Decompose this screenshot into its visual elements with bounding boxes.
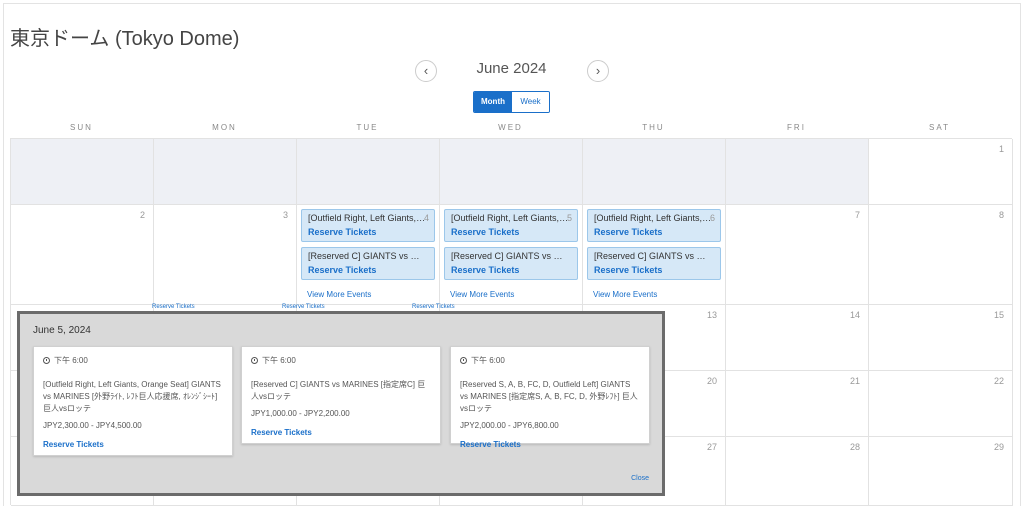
event-chip[interactable]: [Reserved C] GIANTS vs MARI... Reserve T… [444,247,578,280]
weekday-header: TUE [356,123,379,132]
event-title: [Reserved C] GIANTS vs MARI... [451,251,569,261]
event-time: 下午 6:00 [43,355,223,366]
event-count: 6 [709,213,715,223]
event-chip[interactable]: [Outfield Right, Left Giants, Or... 6 Re… [587,209,721,242]
event-title: [Outfield Right, Left Giants, Or... [308,213,426,223]
reserve-tickets-link[interactable]: Reserve Tickets [451,265,572,275]
event-title: [Outfield Right, Left Giants, Or... [451,213,569,223]
event-chip[interactable]: [Outfield Right, Left Giants, Or... 5 Re… [444,209,578,242]
day-cell[interactable]: 29 [869,437,1013,506]
day-number: 22 [993,376,1004,386]
view-toggle: Month Week [473,91,550,113]
day-number: 27 [706,442,717,452]
event-price: JPY2,000.00 - JPY6,800.00 [460,421,559,430]
venue-title: 東京ドーム (Tokyo Dome) [10,28,240,50]
reserve-tickets-link-peek[interactable]: Reserve Tickets [412,304,455,310]
day-number: 8 [998,210,1004,220]
day-number: 2 [139,210,145,220]
day-cell[interactable] [583,139,726,205]
day-events-popup: June 5, 2024 下午 6:00 [Outfield Right, Le… [17,311,665,496]
weekday-header: WED [498,123,523,132]
day-cell[interactable]: 3 [154,205,297,305]
event-count: 4 [423,213,429,223]
day-cell[interactable] [297,139,440,205]
day-cell[interactable]: 14 [726,305,869,371]
reserve-tickets-link[interactable]: Reserve Tickets [308,227,429,237]
day-cell[interactable] [154,139,297,205]
weekday-header: FRI [787,123,806,132]
event-time-label: 下午 6:00 [262,356,296,365]
clock-icon [43,357,50,364]
weekday-header: SUN [70,123,93,132]
day-number: 3 [282,210,288,220]
day-cell[interactable]: 8 [869,205,1013,305]
day-number: 21 [849,376,860,386]
week-view-button[interactable]: Week [512,92,549,112]
event-title: [Reserved C] GIANTS vs MARI... [594,251,712,261]
event-name: [Outfield Right, Left Giants, Orange Sea… [43,380,221,413]
prev-month-button[interactable]: ‹ [415,60,437,82]
clock-icon [251,357,258,364]
event-card: 下午 6:00 [Outfield Right, Left Giants, Or… [33,346,233,456]
reserve-tickets-link[interactable]: Reserve Tickets [460,440,640,449]
day-cell[interactable]: 2 [11,205,154,305]
weekday-header: SAT [929,123,950,132]
clock-icon [460,357,467,364]
event-card: 下午 6:00 [Reserved S, A, B, FC, D, Outfie… [450,346,650,449]
event-time: 下午 6:00 [251,355,431,366]
weekday-header: MON [212,123,237,132]
day-number: 1 [998,144,1004,154]
day-number: 13 [706,310,717,320]
event-name: [Reserved C] GIANTS vs MARINES [指定席C] 巨人… [251,380,426,401]
view-more-events-link[interactable]: View More Events [307,290,371,299]
event-time-label: 下午 6:00 [471,356,505,365]
event-card: 下午 6:00 [Reserved C] GIANTS vs MARINES [… [241,346,441,444]
day-cell[interactable]: 28 [726,437,869,506]
day-cell[interactable] [11,139,154,205]
day-number: 15 [993,310,1004,320]
event-title: [Reserved C] GIANTS vs MARI... [308,251,426,261]
day-cell[interactable]: 15 [869,305,1013,371]
day-cell[interactable]: 22 [869,371,1013,437]
event-price: JPY2,300.00 - JPY4,500.00 [43,421,142,430]
reserve-tickets-link[interactable]: Reserve Tickets [43,440,223,449]
month-view-button[interactable]: Month [474,92,512,112]
view-more-events-link[interactable]: View More Events [593,290,657,299]
event-chip[interactable]: [Reserved C] GIANTS vs MARI... Reserve T… [587,247,721,280]
next-month-button[interactable]: › [587,60,609,82]
popup-date: June 5, 2024 [33,325,91,336]
reserve-tickets-link[interactable]: Reserve Tickets [308,265,429,275]
chevron-left-icon: ‹ [423,63,429,78]
event-chip[interactable]: [Outfield Right, Left Giants, Or... 4 Re… [301,209,435,242]
day-cell[interactable]: 7 [726,205,869,305]
weekday-header: THU [642,123,665,132]
day-number: 28 [849,442,860,452]
event-price: JPY1,000.00 - JPY2,200.00 [251,409,350,418]
event-time-label: 下午 6:00 [54,356,88,365]
reserve-tickets-link[interactable]: Reserve Tickets [451,227,572,237]
reserve-tickets-link[interactable]: Reserve Tickets [594,265,715,275]
month-title: June 2024 [476,60,547,77]
day-number: 7 [854,210,860,220]
close-popup-button[interactable]: Close [631,475,649,482]
event-time: 下午 6:00 [460,355,640,366]
event-title: [Outfield Right, Left Giants, Or... [594,213,712,223]
day-cell[interactable] [726,139,869,205]
event-count: 5 [566,213,572,223]
day-cell[interactable] [440,139,583,205]
reserve-tickets-link-peek[interactable]: Reserve Tickets [152,304,195,310]
reserve-tickets-link[interactable]: Reserve Tickets [594,227,715,237]
event-chip[interactable]: [Reserved C] GIANTS vs MARI... Reserve T… [301,247,435,280]
day-number: 20 [706,376,717,386]
day-cell[interactable]: 21 [726,371,869,437]
day-number: 29 [993,442,1004,452]
reserve-tickets-link[interactable]: Reserve Tickets [251,428,431,437]
event-name: [Reserved S, A, B, FC, D, Outfield Left]… [460,380,638,413]
chevron-right-icon: › [595,63,601,78]
day-cell[interactable]: 1 [869,139,1013,205]
reserve-tickets-link-peek[interactable]: Reserve Tickets [282,304,325,310]
day-number: 14 [849,310,860,320]
view-more-events-link[interactable]: View More Events [450,290,514,299]
